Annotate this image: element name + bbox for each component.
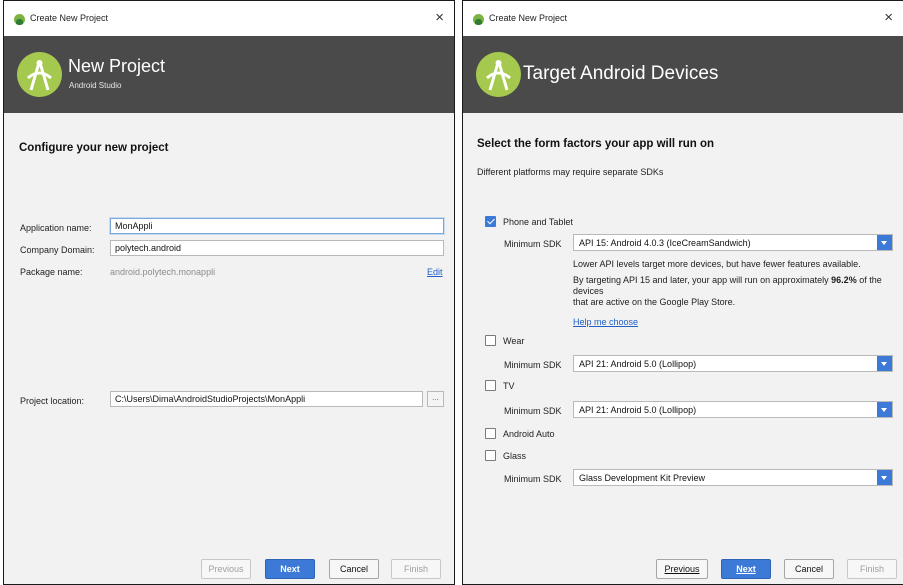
api-info-text: Lower API levels target more devices, bu… [573,259,898,308]
title-bar: Create New Project × [463,1,903,36]
phone-min-sdk-value: API 15: Android 4.0.3 (IceCreamSandwich) [579,238,751,248]
glass-checkbox[interactable] [485,450,496,461]
header-banner: Target Android Devices [463,36,903,113]
glass-min-sdk-select[interactable]: Glass Development Kit Preview [573,469,893,486]
window-title: Create New Project [30,13,109,23]
api-info-line-2: By targeting API 15 and later, your app … [573,275,898,286]
finish-button[interactable]: Finish [391,559,441,579]
wear-checkbox[interactable] [485,335,496,346]
banner-title: New Project [68,56,166,76]
glass-min-sdk-label: Minimum SDK [504,474,562,484]
wear-label: Wear [503,336,525,346]
previous-button[interactable]: Previous [201,559,251,579]
cancel-button[interactable]: Cancel [784,559,834,579]
api-info-line-3: devices [573,286,604,296]
tv-label: TV [503,381,515,391]
wear-min-sdk-value: API 21: Android 5.0 (Lollipop) [579,359,697,369]
help-me-choose-link[interactable]: Help me choose [573,317,638,327]
application-name-input[interactable]: MonAppli [110,218,444,234]
page-heading: Configure your new project [19,142,169,154]
android-auto-checkbox[interactable] [485,428,496,439]
close-icon[interactable]: × [435,10,444,25]
phone-min-sdk-select[interactable]: API 15: Android 4.0.3 (IceCreamSandwich) [573,234,893,251]
banner-subtitle: Android Studio [69,81,122,90]
wear-min-sdk-label: Minimum SDK [504,360,562,370]
banner-title: Target Android Devices [523,63,719,84]
tv-min-sdk-select[interactable]: API 21: Android 5.0 (Lollipop) [573,401,893,418]
company-domain-input[interactable]: polytech.android [110,240,444,256]
next-button-label: Next [736,564,756,574]
next-button[interactable]: Next [721,559,771,579]
android-auto-label: Android Auto [503,429,555,439]
wear-min-sdk-select[interactable]: API 21: Android 5.0 (Lollipop) [573,355,893,372]
previous-button-label: Previous [664,564,700,574]
package-name-value: android.polytech.monappli [110,267,216,277]
title-bar: Create New Project × [4,1,454,36]
tv-min-sdk-label: Minimum SDK [504,406,562,416]
api-coverage-percent: 96.2% [831,275,857,285]
api-info-line-4: that are active on the Google Play Store… [573,297,736,307]
package-name-label: Package name: [20,267,83,277]
create-project-window-target-devices: Create New Project × Target Android Devi… [462,0,903,585]
android-studio-logo-icon [476,52,521,97]
close-icon[interactable]: × [884,10,893,25]
application-name-label: Application name: [20,223,92,233]
chevron-down-icon [877,356,892,371]
phone-min-sdk-label: Minimum SDK [504,239,562,249]
glass-min-sdk-value: Glass Development Kit Preview [579,473,706,483]
browse-location-button[interactable]: ... [427,391,444,407]
api-info-line-2-tail: of the [859,275,882,285]
phone-tablet-checkbox[interactable] [485,216,496,227]
tv-min-sdk-value: API 21: Android 5.0 (Lollipop) [579,405,697,415]
api-info-line-2-text: By targeting API 15 and later, your app … [573,275,829,285]
page-subheading: Different platforms may require separate… [477,167,664,177]
tv-checkbox[interactable] [485,380,496,391]
android-studio-app-icon [14,14,25,25]
chevron-down-icon [877,235,892,250]
api-info-line-1: Lower API levels target more devices, bu… [573,259,861,269]
chevron-down-icon [877,470,892,485]
previous-button[interactable]: Previous [656,559,708,579]
header-banner: New Project Android Studio [4,36,454,113]
android-studio-app-icon [473,14,484,25]
project-location-input[interactable]: C:\Users\Dima\AndroidStudioProjects\MonA… [110,391,423,407]
page-heading: Select the form factors your app will ru… [477,138,715,150]
project-location-label: Project location: [20,396,85,406]
window-title: Create New Project [489,13,568,23]
cancel-button[interactable]: Cancel [329,559,379,579]
edit-package-link[interactable]: Edit [427,267,443,277]
create-project-window-configure: Create New Project × New Project Android… [3,0,455,585]
chevron-down-icon [877,402,892,417]
company-domain-label: Company Domain: [20,245,95,255]
glass-label: Glass [503,451,527,461]
finish-button[interactable]: Finish [847,559,897,579]
android-studio-logo-icon [17,52,62,97]
phone-tablet-label: Phone and Tablet [503,217,573,227]
next-button[interactable]: Next [265,559,315,579]
